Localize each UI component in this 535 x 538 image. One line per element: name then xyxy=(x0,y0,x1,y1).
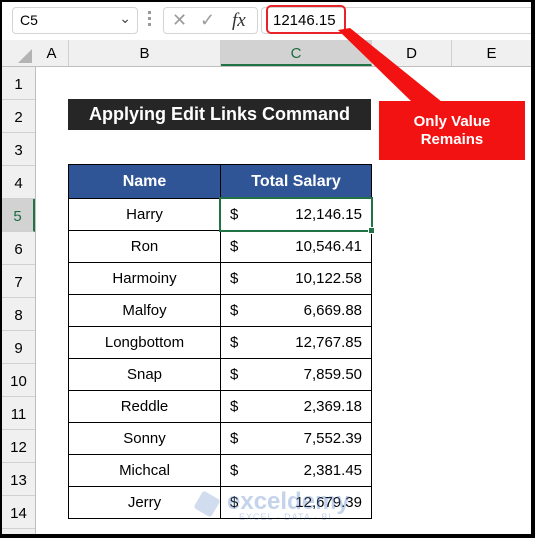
table-row: Longbottom $12,767.85 xyxy=(68,326,372,359)
salary-value: 2,381.45 xyxy=(303,462,362,479)
currency-symbol: $ xyxy=(230,366,239,383)
formula-highlight-box xyxy=(266,5,346,34)
name-cell[interactable]: Ron xyxy=(68,230,221,263)
cancel-icon[interactable]: ✕ xyxy=(172,10,187,31)
table-row: Sonny $7,552.39 xyxy=(68,422,372,455)
salary-cell[interactable]: $12,679.39 xyxy=(220,486,372,519)
salary-value: 2,369.18 xyxy=(303,398,362,415)
drag-handle-icon[interactable] xyxy=(148,11,151,29)
select-all-triangle-icon xyxy=(18,49,32,63)
table-row: Michcal $2,381.45 xyxy=(68,454,372,487)
select-all-button[interactable] xyxy=(2,40,36,67)
table-row: Jerry $12,679.39 xyxy=(68,486,372,519)
column-header-c[interactable]: C xyxy=(221,40,372,66)
callout-line-1: Only Value xyxy=(413,112,491,130)
currency-symbol: $ xyxy=(230,494,239,511)
salary-cell[interactable]: $6,669.88 xyxy=(220,294,372,327)
name-cell[interactable]: Longbottom xyxy=(68,326,221,359)
salary-value: 10,122.58 xyxy=(295,270,362,287)
insert-function-icon[interactable]: fx xyxy=(232,10,246,32)
currency-symbol: $ xyxy=(230,238,239,255)
salary-value: 12,767.85 xyxy=(295,334,362,351)
column-header-b[interactable]: B xyxy=(69,40,221,66)
salary-cell[interactable]: $10,122.58 xyxy=(220,262,372,295)
name-cell[interactable]: Harry xyxy=(68,198,221,231)
sheet-title[interactable]: Applying Edit Links Command xyxy=(68,99,371,130)
currency-symbol: $ xyxy=(230,398,239,415)
salary-cell[interactable]: $12,767.85 xyxy=(220,326,372,359)
header-total-salary[interactable]: Total Salary xyxy=(220,164,372,199)
currency-symbol: $ xyxy=(230,270,239,287)
column-header-a[interactable]: A xyxy=(35,40,69,66)
salary-cell[interactable]: $2,381.45 xyxy=(220,454,372,487)
column-header-e[interactable]: E xyxy=(452,40,531,66)
name-cell[interactable]: Jerry xyxy=(68,486,221,519)
row-header-8[interactable]: 8 xyxy=(2,298,35,331)
excel-window: C5 ⌄ ✕ ✓ fx 12146.15 A B C D E 1 2 3 4 5… xyxy=(2,2,531,534)
table-row: Malfoy $6,669.88 xyxy=(68,294,372,327)
currency-symbol: $ xyxy=(230,430,239,447)
salary-table: Name Total Salary Harry $12,146.15 Ron $10… xyxy=(68,164,372,519)
salary-value: 12,146.15 xyxy=(295,206,362,223)
enter-icon[interactable]: ✓ xyxy=(200,10,215,31)
table-header-row: Name Total Salary xyxy=(68,164,372,199)
table-row: Ron $10,546.41 xyxy=(68,230,372,263)
header-name[interactable]: Name xyxy=(68,164,221,199)
table-row: Harry $12,146.15 xyxy=(68,198,372,231)
name-cell[interactable]: Reddle xyxy=(68,390,221,423)
row-header-1[interactable]: 1 xyxy=(2,67,35,100)
formula-bar: C5 ⌄ ✕ ✓ fx 12146.15 xyxy=(2,2,531,41)
row-header-5[interactable]: 5 xyxy=(2,199,35,232)
row-header-13[interactable]: 13 xyxy=(2,463,35,496)
row-header-2[interactable]: 2 xyxy=(2,100,35,133)
salary-cell[interactable]: $7,859.50 xyxy=(220,358,372,391)
name-cell[interactable]: Michcal xyxy=(68,454,221,487)
row-header-3[interactable]: 3 xyxy=(2,133,35,166)
currency-symbol: $ xyxy=(230,206,239,223)
name-cell[interactable]: Snap xyxy=(68,358,221,391)
name-cell[interactable]: Harmoiny xyxy=(68,262,221,295)
currency-symbol: $ xyxy=(230,334,239,351)
table-row: Reddle $2,369.18 xyxy=(68,390,372,423)
salary-cell[interactable]: $2,369.18 xyxy=(220,390,372,423)
row-header-4[interactable]: 4 xyxy=(2,166,35,199)
row-header-6[interactable]: 6 xyxy=(2,232,35,265)
row-header-9[interactable]: 9 xyxy=(2,331,35,364)
column-headers: A B C D E xyxy=(35,40,531,67)
salary-value: 6,669.88 xyxy=(303,302,362,319)
salary-cell[interactable]: $10,546.41 xyxy=(220,230,372,263)
row-header-12[interactable]: 12 xyxy=(2,430,35,463)
table-row: Harmoiny $10,122.58 xyxy=(68,262,372,295)
salary-value: 10,546.41 xyxy=(295,238,362,255)
salary-value: 7,859.50 xyxy=(303,366,362,383)
salary-cell[interactable]: $7,552.39 xyxy=(220,422,372,455)
name-box-value: C5 xyxy=(20,12,38,28)
callout-box: Only Value Remains xyxy=(379,101,525,160)
callout-line-2: Remains xyxy=(420,130,484,148)
row-header-10[interactable]: 10 xyxy=(2,364,35,397)
salary-cell[interactable]: $12,146.15 xyxy=(220,198,372,231)
salary-value: 7,552.39 xyxy=(303,430,362,447)
table-row: Snap $7,859.50 xyxy=(68,358,372,391)
currency-symbol: $ xyxy=(230,302,239,319)
row-header-7[interactable]: 7 xyxy=(2,265,35,298)
column-header-d[interactable]: D xyxy=(372,40,452,66)
formula-buttons: ✕ ✓ fx xyxy=(163,7,258,34)
salary-value: 12,679.39 xyxy=(295,494,362,511)
chevron-down-icon[interactable]: ⌄ xyxy=(119,10,131,27)
row-header-14[interactable]: 14 xyxy=(2,496,35,529)
row-header-11[interactable]: 11 xyxy=(2,397,35,430)
currency-symbol: $ xyxy=(230,462,239,479)
row-headers: 1 2 3 4 5 6 7 8 9 10 11 12 13 14 xyxy=(2,67,36,534)
name-cell[interactable]: Sonny xyxy=(68,422,221,455)
name-cell[interactable]: Malfoy xyxy=(68,294,221,327)
name-box[interactable]: C5 ⌄ xyxy=(12,7,138,34)
